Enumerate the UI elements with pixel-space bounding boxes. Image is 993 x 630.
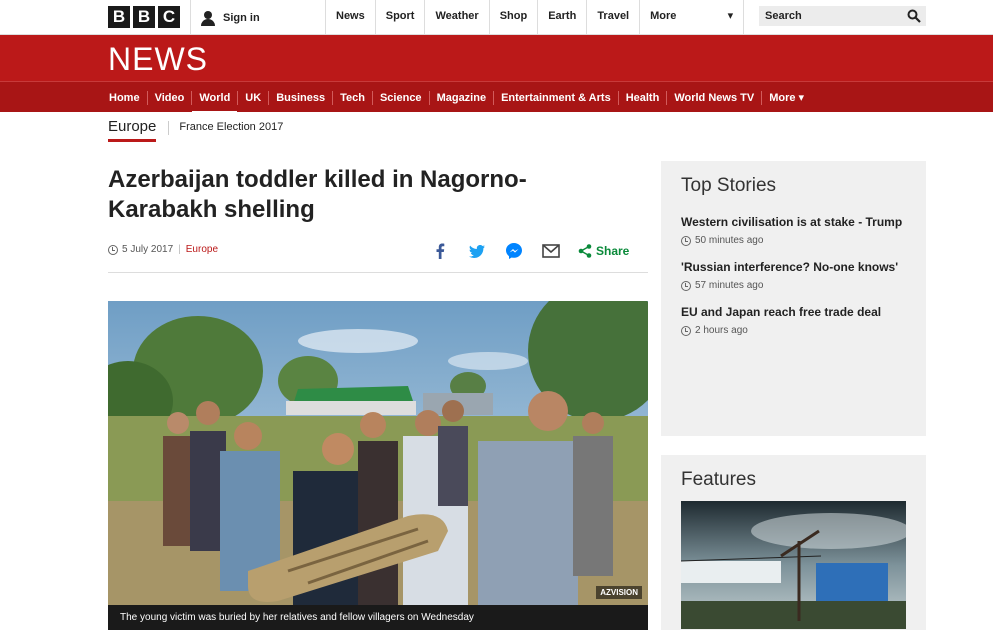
story-item[interactable]: EU and Japan reach free trade deal 2 hou… bbox=[681, 303, 906, 336]
facebook-icon bbox=[436, 243, 445, 259]
sign-in-link[interactable]: Sign in bbox=[190, 0, 326, 35]
story-time: 50 minutes ago bbox=[681, 235, 906, 246]
article-headline: Azerbaijan toddler killed in Nagorno-Kar… bbox=[108, 166, 527, 223]
story-time: 2 hours ago bbox=[681, 325, 906, 336]
facebook-share-button[interactable] bbox=[430, 241, 450, 261]
envelope-icon bbox=[542, 244, 560, 258]
bbc-logo-letter: B bbox=[133, 6, 155, 28]
user-icon bbox=[201, 10, 215, 26]
secondary-nav-france-election[interactable]: France Election 2017 bbox=[179, 121, 283, 133]
secondary-nav-europe[interactable]: Europe bbox=[108, 118, 157, 142]
clock-icon bbox=[681, 325, 691, 336]
story-time-label: 50 minutes ago bbox=[695, 235, 764, 246]
search-input[interactable]: Search bbox=[759, 6, 926, 26]
global-nav-earth[interactable]: Earth bbox=[538, 0, 588, 35]
news-nav-more[interactable]: More ▾ bbox=[762, 91, 811, 105]
global-header: B B C Sign in News Sport Weather Shop Ea… bbox=[0, 0, 993, 35]
news-nav-world[interactable]: World bbox=[192, 90, 239, 114]
story-time-label: 2 hours ago bbox=[695, 325, 748, 336]
article-category-link[interactable]: Europe bbox=[186, 244, 218, 255]
news-header: NEWS Home Video World UK Business Tech S… bbox=[0, 35, 993, 114]
twitter-icon bbox=[469, 244, 485, 258]
photo-credit: AZVISION bbox=[596, 586, 642, 599]
story-time-label: 57 minutes ago bbox=[695, 280, 764, 291]
news-nav-tech[interactable]: Tech bbox=[333, 90, 373, 105]
global-nav-weather[interactable]: Weather bbox=[425, 0, 490, 35]
bbc-logo-letter: C bbox=[158, 6, 180, 28]
news-logo[interactable]: NEWS bbox=[108, 41, 208, 78]
chevron-down-icon: ▾ bbox=[727, 10, 734, 22]
news-nav-bar: Home Video World UK Business Tech Scienc… bbox=[0, 81, 993, 114]
clock-icon bbox=[681, 280, 691, 291]
article-meta: 5 July 2017 | Europe bbox=[108, 244, 218, 255]
global-nav-more[interactable]: More ▾ bbox=[640, 0, 745, 35]
news-nav-magazine[interactable]: Magazine bbox=[430, 90, 495, 105]
features-panel: Features bbox=[661, 455, 926, 630]
global-nav: News Sport Weather Shop Earth Travel Mor… bbox=[326, 0, 745, 35]
news-nav-home[interactable]: Home bbox=[102, 90, 148, 105]
news-nav-video[interactable]: Video bbox=[148, 90, 193, 105]
top-stories-panel: Top Stories Western civilisation is at s… bbox=[661, 161, 926, 436]
bbc-logo[interactable]: B B C bbox=[108, 6, 180, 28]
global-nav-news[interactable]: News bbox=[326, 0, 376, 35]
feature-image[interactable] bbox=[681, 501, 906, 629]
news-nav-business[interactable]: Business bbox=[269, 90, 334, 105]
news-nav-uk[interactable]: UK bbox=[238, 90, 270, 105]
share-label: Share bbox=[596, 244, 630, 258]
email-share-button[interactable] bbox=[541, 241, 561, 261]
divider bbox=[108, 272, 648, 273]
news-nav: Home Video World UK Business Tech Scienc… bbox=[102, 82, 811, 114]
divider: | bbox=[178, 244, 181, 255]
news-nav-health[interactable]: Health bbox=[619, 90, 668, 105]
features-title: Features bbox=[681, 469, 756, 490]
story-item[interactable]: Western civilisation is at stake - Trump… bbox=[681, 213, 906, 246]
clock-icon bbox=[108, 244, 118, 255]
story-title-link[interactable]: EU and Japan reach free trade deal bbox=[681, 303, 906, 321]
feature-illustration bbox=[681, 501, 906, 629]
secondary-nav: Europe France Election 2017 bbox=[108, 118, 283, 142]
clock-icon bbox=[681, 235, 691, 246]
search-icon[interactable] bbox=[907, 9, 921, 23]
sign-in-label: Sign in bbox=[223, 11, 260, 24]
search-placeholder: Search bbox=[765, 10, 802, 22]
story-time: 57 minutes ago bbox=[681, 280, 906, 291]
story-item[interactable]: 'Russian interference? No-one knows' 57 … bbox=[681, 258, 906, 291]
global-nav-shop[interactable]: Shop bbox=[490, 0, 539, 35]
news-nav-entertainment[interactable]: Entertainment & Arts bbox=[494, 90, 619, 105]
story-title-link[interactable]: 'Russian interference? No-one knows' bbox=[681, 258, 906, 276]
news-nav-world-news-tv[interactable]: World News TV bbox=[667, 90, 763, 105]
article-date: 5 July 2017 bbox=[122, 244, 174, 255]
divider bbox=[168, 121, 170, 135]
global-nav-sport[interactable]: Sport bbox=[376, 0, 426, 35]
global-nav-travel[interactable]: Travel bbox=[587, 0, 641, 35]
more-label: More bbox=[650, 10, 677, 22]
funeral-procession-illustration bbox=[108, 301, 648, 605]
share-icon bbox=[578, 244, 592, 258]
bbc-logo-letter: B bbox=[108, 6, 130, 28]
share-button[interactable]: Share bbox=[578, 241, 629, 261]
messenger-share-button[interactable] bbox=[504, 241, 524, 261]
image-caption: The young victim was buried by her relat… bbox=[108, 605, 648, 630]
share-tools: Share bbox=[430, 240, 629, 262]
story-title-link[interactable]: Western civilisation is at stake - Trump bbox=[681, 213, 906, 231]
article-main-image: AZVISION bbox=[108, 301, 648, 605]
news-nav-science[interactable]: Science bbox=[373, 90, 430, 105]
top-stories-title: Top Stories bbox=[681, 175, 777, 196]
messenger-icon bbox=[506, 243, 522, 259]
twitter-share-button[interactable] bbox=[467, 241, 487, 261]
